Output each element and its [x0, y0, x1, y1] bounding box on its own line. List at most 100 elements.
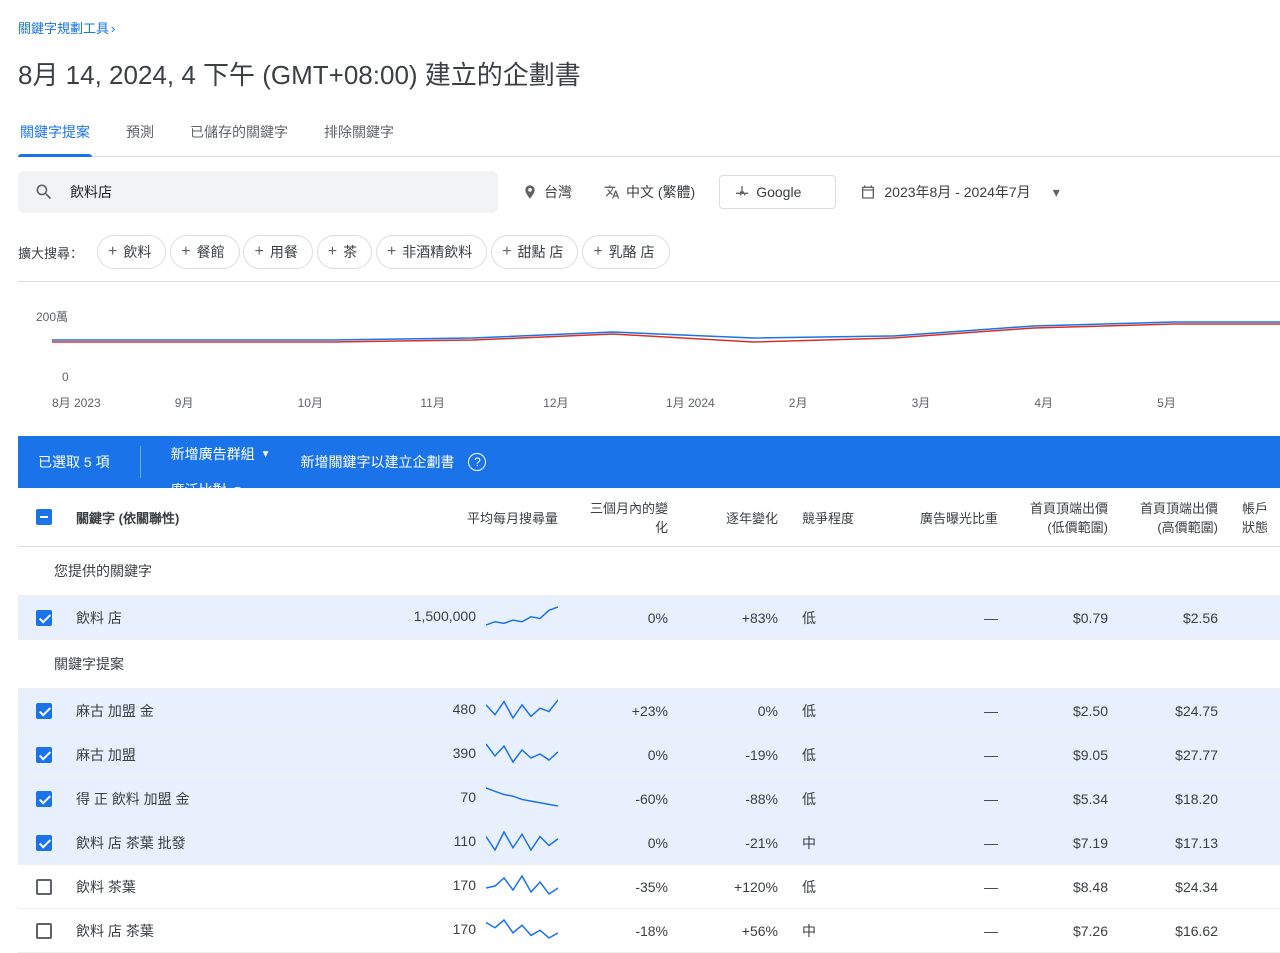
network-icon	[734, 184, 750, 200]
xaxis-label: 10月	[298, 394, 421, 411]
cell-yoy: +83%	[680, 596, 790, 640]
xaxis-label: 5月	[1157, 394, 1280, 411]
col-impression[interactable]: 廣告曝光比重	[900, 488, 1010, 547]
dropdown-icon: ▼	[261, 449, 271, 460]
cell-comp: 中	[790, 821, 900, 865]
tab-3[interactable]: 排除關鍵字	[322, 112, 396, 156]
plus-icon: +	[387, 244, 396, 260]
col-yoy[interactable]: 逐年變化	[680, 488, 790, 547]
cell-keyword[interactable]: 麻古 加盟 金	[64, 689, 384, 733]
language-label: 中文 (繁體)	[626, 182, 695, 202]
selection-toolbar: 已選取 5 項 企劃書 ▼新增廣告群組 ▼廣泛比對 ▼ 新增關鍵字以建立企劃書 …	[18, 436, 1280, 488]
xaxis-label: 11月	[420, 394, 543, 411]
broaden-pill[interactable]: +用餐	[243, 235, 312, 269]
plus-icon: +	[328, 244, 337, 260]
cell-3m: -35%	[570, 865, 680, 909]
network-filter[interactable]: Google	[719, 175, 836, 209]
cell-keyword[interactable]: 飲料 店 茶葉 批發	[64, 821, 384, 865]
sparkline	[486, 830, 558, 855]
row-checkbox[interactable]	[36, 703, 52, 719]
chart-ylabel-zero: 0	[62, 370, 69, 384]
cell-bid-lo: $2.50	[1010, 689, 1120, 733]
cell-keyword[interactable]: 麻古 加盟	[64, 733, 384, 777]
toolbar-action[interactable]: 新增廣告群組 ▼	[171, 444, 271, 464]
row-checkbox[interactable]	[36, 791, 52, 807]
cell-yoy: +120%	[680, 865, 790, 909]
translate-icon	[604, 184, 620, 200]
tab-2[interactable]: 已儲存的關鍵字	[188, 112, 290, 156]
add-keywords-action[interactable]: 新增關鍵字以建立企劃書	[300, 452, 454, 472]
cell-bid-hi: $24.75	[1120, 689, 1230, 733]
sparkline	[486, 605, 558, 630]
cell-bid-lo: $5.34	[1010, 777, 1120, 821]
cell-keyword[interactable]: 飲料 店	[64, 596, 384, 640]
cell-yoy: -19%	[680, 733, 790, 777]
toolbar-action[interactable]: 廣泛比對 ▼	[171, 480, 271, 500]
row-checkbox[interactable]	[36, 923, 52, 939]
search-icon	[34, 182, 54, 202]
date-range-filter[interactable]: 2023年8月 - 2024年7月 ▾	[852, 176, 1067, 208]
cell-avg: 170	[384, 909, 570, 953]
cell-bid-hi: $24.34	[1120, 865, 1230, 909]
selection-count: 已選取 5 項	[38, 452, 110, 472]
row-checkbox[interactable]	[36, 747, 52, 763]
xaxis-label: 9月	[175, 394, 298, 411]
sparkline	[486, 742, 558, 767]
broaden-pill[interactable]: +飲料	[97, 235, 166, 269]
cell-imp: —	[900, 733, 1010, 777]
date-range-label: 2023年8月 - 2024年7月	[884, 182, 1030, 202]
table-row: 飲料 店 茶葉 批發1100%-21%中—$7.19$17.13	[18, 821, 1280, 865]
cell-comp: 中	[790, 909, 900, 953]
breadcrumb[interactable]: 關鍵字規劃工具›	[18, 18, 1280, 37]
xaxis-label: 2月	[789, 394, 912, 411]
table-row: 飲料 茶葉170-35%+120%低—$8.48$24.34	[18, 865, 1280, 909]
col-bid-high[interactable]: 首頁頂端出價(高價範圍)	[1120, 488, 1230, 547]
col-avg[interactable]: 平均每月搜尋量	[384, 488, 570, 547]
cell-keyword[interactable]: 飲料 店 茶葉	[64, 909, 384, 953]
cell-imp: —	[900, 909, 1010, 953]
search-input[interactable]	[70, 184, 482, 200]
cell-avg: 390	[384, 733, 570, 777]
tab-0[interactable]: 關鍵字提案	[18, 112, 92, 156]
col-3month[interactable]: 三個月內的變化	[570, 488, 680, 547]
cell-3m: -18%	[570, 909, 680, 953]
calendar-icon	[860, 184, 876, 200]
cell-avg: 170	[384, 865, 570, 909]
cell-comp: 低	[790, 777, 900, 821]
table-row: 飲料 店1,500,0000%+83%低—$0.79$2.56	[18, 596, 1280, 640]
location-filter[interactable]: 台灣	[514, 176, 580, 208]
help-icon[interactable]: ?	[468, 453, 486, 471]
cell-comp: 低	[790, 733, 900, 777]
col-bid-low[interactable]: 首頁頂端出價(低價範圍)	[1010, 488, 1120, 547]
cell-yoy: 0%	[680, 689, 790, 733]
xaxis-label: 4月	[1034, 394, 1157, 411]
cell-bid-lo: $9.05	[1010, 733, 1120, 777]
cell-avg: 480	[384, 689, 570, 733]
select-all-checkbox[interactable]	[36, 509, 52, 525]
broaden-pill[interactable]: +乳酪 店	[582, 235, 669, 269]
xaxis-label: 3月	[912, 394, 1035, 411]
cell-bid-hi: $27.77	[1120, 733, 1230, 777]
keywords-table: 關鍵字 (依關聯性) 平均每月搜尋量 三個月內的變化 逐年變化 競爭程度 廣告曝…	[18, 488, 1280, 953]
row-checkbox[interactable]	[36, 835, 52, 851]
tab-1[interactable]: 預測	[124, 112, 156, 156]
cell-avg: 110	[384, 821, 570, 865]
row-checkbox[interactable]	[36, 879, 52, 895]
broaden-pill[interactable]: +茶	[317, 235, 372, 269]
search-input-wrapper[interactable]	[18, 171, 498, 213]
cell-yoy: -21%	[680, 821, 790, 865]
broaden-pill[interactable]: +非酒精飲料	[376, 235, 487, 269]
broaden-pill[interactable]: +餐館	[170, 235, 239, 269]
chevron-right-icon: ›	[111, 21, 115, 36]
language-filter[interactable]: 中文 (繁體)	[596, 176, 703, 208]
row-checkbox[interactable]	[36, 610, 52, 626]
col-competition[interactable]: 競爭程度	[790, 488, 900, 547]
cell-avg: 70	[384, 777, 570, 821]
cell-keyword[interactable]: 飲料 茶葉	[64, 865, 384, 909]
cell-bid-hi: $17.13	[1120, 821, 1230, 865]
broaden-pill[interactable]: +甜點 店	[491, 235, 578, 269]
sparkline	[486, 918, 558, 943]
col-account[interactable]: 帳戶狀態	[1230, 488, 1280, 547]
cell-keyword[interactable]: 得 正 飲料 加盟 金	[64, 777, 384, 821]
section-header: 關鍵字提案	[18, 640, 1280, 689]
